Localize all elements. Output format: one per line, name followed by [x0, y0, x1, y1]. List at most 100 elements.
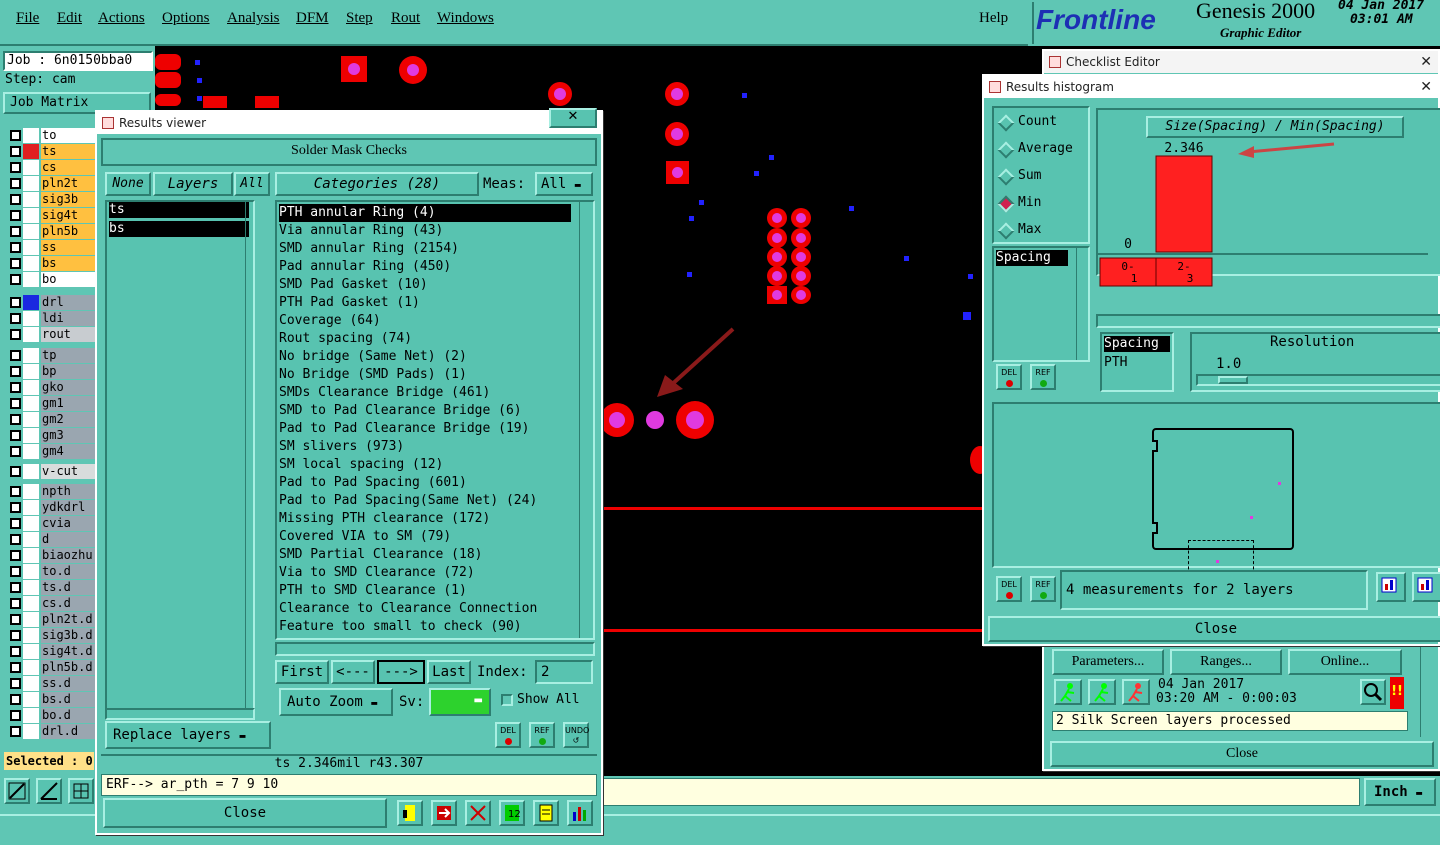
layer-row-to[interactable]: to	[7, 128, 99, 143]
category-item[interactable]: No Bridge (SMD Pads) (1)	[279, 366, 571, 384]
layer-row-gm4[interactable]: gm4	[7, 444, 99, 459]
menu-file[interactable]: File	[16, 10, 39, 27]
layer-checkbox[interactable]	[10, 297, 21, 308]
layer-checkbox[interactable]	[10, 313, 21, 324]
layer-select-swatch[interactable]	[23, 160, 39, 175]
unit-dropdown[interactable]: Inch ▬	[1364, 778, 1436, 806]
layer-select-swatch[interactable]	[23, 176, 39, 191]
layer-checkbox[interactable]	[10, 414, 21, 425]
spacing-pth-list[interactable]: Spacing PTH	[1100, 332, 1174, 392]
layer-row-bs[interactable]: bs	[7, 256, 99, 271]
layer-name[interactable]: ldi	[41, 311, 99, 326]
layer-row-sig4t[interactable]: sig4t	[7, 208, 99, 223]
layer-select-swatch[interactable]	[23, 596, 39, 611]
layer-row-ts[interactable]: ts	[7, 144, 99, 159]
layer-row-tp[interactable]: tp	[7, 348, 99, 363]
checklist-close-button[interactable]: Close	[1050, 741, 1434, 767]
layer-row-biaozhu[interactable]: biaozhu	[7, 548, 99, 563]
all-button[interactable]: All	[234, 172, 270, 196]
menu-analysis[interactable]: Analysis	[227, 10, 280, 27]
layer-select-swatch[interactable]	[23, 428, 39, 443]
erf-icon[interactable]	[465, 800, 491, 826]
layer-checkbox[interactable]	[10, 162, 21, 173]
layer-row-cvia[interactable]: cvia	[7, 516, 99, 531]
category-item[interactable]: Rout spacing (74)	[279, 330, 571, 348]
layer-select-swatch[interactable]	[23, 444, 39, 459]
layer-name[interactable]: gm1	[41, 396, 99, 411]
layer-checkbox[interactable]	[10, 678, 21, 689]
layer-checkbox[interactable]	[10, 430, 21, 441]
category-item[interactable]: Clearance to Clearance Connection	[279, 600, 571, 618]
layer-checkbox[interactable]	[10, 466, 21, 477]
layer-select-swatch[interactable]	[23, 564, 39, 579]
histogram-titlebar[interactable]: Results histogram ✕	[984, 76, 1438, 98]
layer-select-swatch[interactable]	[23, 580, 39, 595]
layer-row-bs.d[interactable]: bs.d	[7, 692, 99, 707]
layer-name[interactable]: biaozhu	[41, 548, 99, 563]
category-item[interactable]: SMD annular Ring (2154)	[279, 240, 571, 258]
zoom-tool-icon[interactable]	[4, 778, 30, 804]
layer-checkbox[interactable]	[10, 550, 21, 561]
layer-name[interactable]: rout	[41, 327, 99, 342]
layer-name[interactable]: pln2t	[41, 176, 99, 191]
layer-checkbox[interactable]	[10, 274, 21, 285]
layer-row-ydkdrl[interactable]: ydkdrl	[7, 500, 99, 515]
category-item[interactable]: PTH to SMD Clearance (1)	[279, 582, 571, 600]
resolution-slider[interactable]	[1196, 374, 1440, 386]
layer-name[interactable]: drl	[41, 295, 99, 310]
layer-row-cs.d[interactable]: cs.d	[7, 596, 99, 611]
layer-checkbox[interactable]	[10, 662, 21, 673]
counter-icon[interactable]: 12	[499, 800, 525, 826]
meas-dropdown[interactable]: All ▬	[535, 172, 593, 196]
layer-name[interactable]: cvia	[41, 516, 99, 531]
h-scrollbar[interactable]	[105, 708, 255, 720]
layer-name[interactable]: drl.d	[41, 724, 99, 739]
layer-row-ss.d[interactable]: ss.d	[7, 676, 99, 691]
category-item[interactable]: Pad annular Ring (450)	[279, 258, 571, 276]
layer-select-swatch[interactable]	[23, 612, 39, 627]
layer-row-npth[interactable]: npth	[7, 484, 99, 499]
sv-color-dropdown[interactable]: ▬	[429, 688, 491, 716]
spacing-list[interactable]: Spacing	[992, 246, 1090, 362]
layer-checkbox[interactable]	[10, 534, 21, 545]
layer-row-gko[interactable]: gko	[7, 380, 99, 395]
mode-radio-average[interactable]	[997, 141, 1015, 159]
del-button[interactable]: DEL	[996, 364, 1022, 390]
histogram-close-button[interactable]: Close	[988, 616, 1440, 642]
layer-checkbox[interactable]	[10, 646, 21, 657]
notes-icon[interactable]	[533, 800, 559, 826]
histogram-icon[interactable]	[567, 800, 593, 826]
layer-row-drl.d[interactable]: drl.d	[7, 724, 99, 739]
layer-checkbox[interactable]	[10, 194, 21, 205]
category-item[interactable]: SM slivers (973)	[279, 438, 571, 456]
category-item[interactable]: Feature too small to check (90)	[279, 618, 571, 634]
menu-step[interactable]: Step	[346, 10, 373, 27]
layer-select-swatch[interactable]	[23, 192, 39, 207]
layer-select-swatch[interactable]	[23, 327, 39, 342]
layer-name[interactable]: bs.d	[41, 692, 99, 707]
category-item[interactable]: Missing PTH clearance (172)	[279, 510, 571, 528]
results-viewer-titlebar[interactable]: Results viewer	[97, 112, 601, 134]
menu-dfm[interactable]: DFM	[296, 10, 329, 27]
layer-checkbox[interactable]	[10, 329, 21, 340]
none-button[interactable]: None	[105, 172, 151, 196]
report-icon[interactable]	[397, 800, 423, 826]
ref-button[interactable]: REF	[1030, 364, 1056, 390]
layer-name[interactable]: cs	[41, 160, 99, 175]
layer-select-swatch[interactable]	[23, 500, 39, 515]
layer-checkbox[interactable]	[10, 130, 21, 141]
ref-button[interactable]: REF	[1030, 576, 1056, 602]
layer-row-gm1[interactable]: gm1	[7, 396, 99, 411]
layer-select-swatch[interactable]	[23, 532, 39, 547]
layer-row-cs[interactable]: cs	[7, 160, 99, 175]
layer-row-sig4t.d[interactable]: sig4t.d	[7, 644, 99, 659]
category-item[interactable]: Covered VIA to SM (79)	[279, 528, 571, 546]
del-button[interactable]: DEL	[996, 576, 1022, 602]
layer-name[interactable]: bo	[41, 272, 99, 287]
index-input[interactable]: 2	[535, 660, 593, 684]
layer-row-gm2[interactable]: gm2	[7, 412, 99, 427]
layer-row-to.d[interactable]: to.d	[7, 564, 99, 579]
layer-name[interactable]: bp	[41, 364, 99, 379]
layer-checkbox[interactable]	[10, 178, 21, 189]
layer-checkbox[interactable]	[10, 446, 21, 457]
